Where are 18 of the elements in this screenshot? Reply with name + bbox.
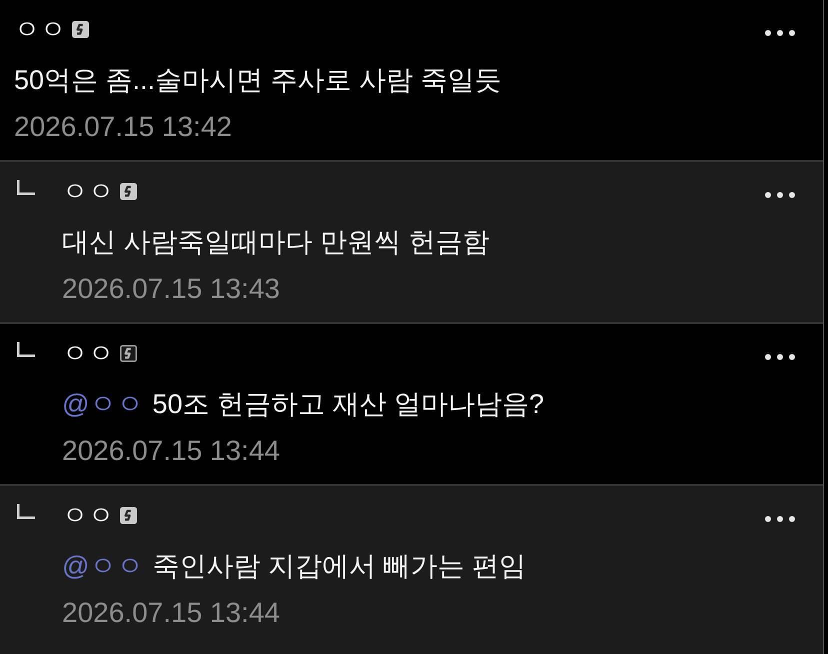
comment-date: 2026.07.15 13:42 xyxy=(14,110,232,144)
more-icon xyxy=(765,192,795,198)
mention-link[interactable]: @ㅇㅇ xyxy=(62,549,144,583)
mention-link[interactable]: @ㅇㅇ xyxy=(62,387,144,421)
comment-date: 2026.07.15 13:43 xyxy=(62,272,280,306)
nickname: ㅇㅇ xyxy=(62,500,114,530)
more-icon xyxy=(765,30,795,36)
nickname: ㅇㅇ xyxy=(62,176,114,206)
comment-date: 2026.07.15 13:44 xyxy=(62,434,280,468)
comment-text: 50조 헌금하고 재산 얼마나남음? xyxy=(152,388,544,421)
comment-text: 50억은 좀...술마시면 주사로 사람 죽일듯 xyxy=(14,64,502,97)
nickname: ㅇㅇ xyxy=(14,14,66,44)
nickname: ㅇㅇ xyxy=(62,338,114,368)
more-icon xyxy=(765,354,795,360)
comment-text: 죽인사람 지갑에서 빼가는 편임 xyxy=(152,550,526,583)
more-icon xyxy=(765,516,795,522)
comment-date: 2026.07.15 13:44 xyxy=(62,596,280,630)
comment-text: 대신 사람죽일때마다 만원씩 헌금함 xyxy=(62,226,490,259)
